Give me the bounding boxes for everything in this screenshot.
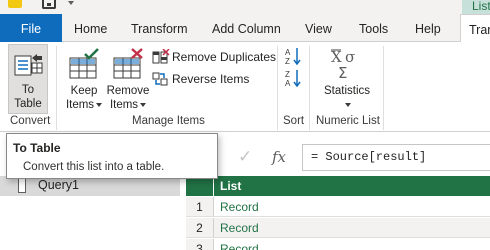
svg-text:Σ: Σ (338, 64, 347, 80)
remove-items-label-line2: Items (109, 99, 139, 111)
query-name: Query1 (38, 178, 79, 192)
to-table-tooltip: To Table Convert this list into a table. (6, 133, 218, 179)
tab-file[interactable]: File (0, 14, 62, 42)
chevron-down-icon (345, 102, 351, 107)
keep-items-label-line1: Keep (70, 85, 98, 97)
statistics-icon: X σ Σ (331, 48, 355, 80)
ribbon: To Table Convert Keep Items Remove Items… (0, 42, 490, 132)
table-cell-record[interactable]: Record (214, 197, 490, 217)
sort-descending-button[interactable]: Z A (284, 68, 302, 88)
query-list-icon (18, 178, 26, 193)
row-number[interactable]: 1 (186, 197, 214, 217)
group-divider (309, 46, 310, 130)
group-label-manage-items: Manage Items (132, 115, 205, 127)
grid-corner[interactable] (186, 176, 214, 196)
chevron-down-icon[interactable] (68, 1, 74, 5)
svg-text:A: A (285, 79, 291, 88)
reverse-items-button[interactable]: Reverse Items (150, 70, 274, 88)
power-query-icon (8, 0, 22, 8)
save-icon[interactable] (42, 0, 56, 9)
remove-items-label-line1: Remove (106, 85, 150, 97)
chevron-down-icon (96, 102, 103, 107)
to-table-label-line2: Table (14, 98, 42, 110)
table-cell-record[interactable]: Record (214, 239, 490, 250)
remove-duplicates-button[interactable]: Remove Duplicates (150, 48, 277, 66)
row-number[interactable]: 2 (186, 218, 214, 238)
reverse-items-label: Reverse Items (172, 72, 250, 86)
reverse-items-icon (152, 72, 168, 86)
remove-duplicates-label: Remove Duplicates (172, 50, 277, 64)
tab-add-column[interactable]: Add Column (212, 14, 281, 42)
to-table-label-line1: To (21, 84, 35, 96)
group-divider (277, 46, 278, 130)
group-label-numeric-list: Numeric List (316, 115, 380, 127)
svg-text:A: A (285, 48, 291, 57)
tooltip-title: To Table (13, 141, 61, 155)
statistics-label: Statistics (323, 85, 370, 97)
table-cell-record[interactable]: Record (214, 218, 490, 238)
formula-input[interactable]: = Source[result] (302, 144, 490, 171)
tab-help[interactable]: Help (415, 14, 441, 42)
keep-items-button[interactable]: Keep Items (62, 46, 106, 112)
remove-items-icon (113, 48, 143, 79)
to-table-icon (14, 54, 43, 76)
ribbon-tabs: File Home Transform Add Column View Tool… (0, 14, 490, 42)
commit-check-icon[interactable]: ✓ (238, 147, 252, 167)
tab-tools[interactable]: Tools (359, 14, 388, 42)
group-divider (56, 46, 57, 130)
tab-list-transform[interactable]: Transform (460, 14, 490, 42)
row-number[interactable]: 3 (186, 239, 214, 250)
svg-text:Z: Z (285, 70, 290, 79)
chevron-down-icon (140, 102, 147, 107)
remove-duplicates-icon (152, 49, 170, 64)
tooltip-description: Convert this list into a table. (23, 161, 165, 173)
sort-descending-icon: Z A (285, 70, 301, 88)
to-table-button[interactable]: To Table (8, 44, 48, 114)
keep-items-icon (69, 48, 99, 79)
svg-text:Z: Z (285, 57, 290, 66)
sort-ascending-icon: A Z (285, 48, 301, 66)
remove-items-button[interactable]: Remove Items (106, 46, 150, 112)
tab-transform[interactable]: Transform (131, 14, 188, 42)
tab-home[interactable]: Home (74, 14, 107, 42)
sort-ascending-button[interactable]: A Z (284, 46, 302, 66)
fx-icon[interactable]: fx (272, 148, 286, 166)
group-label-convert: Convert (10, 115, 51, 127)
tab-view[interactable]: View (305, 14, 332, 42)
group-label-sort: Sort (283, 115, 305, 127)
title-bar: List (0, 0, 490, 14)
group-divider (383, 46, 384, 130)
column-header-list[interactable]: List (220, 179, 241, 193)
query-list-item[interactable] (0, 176, 180, 196)
keep-items-label-line2: Items (65, 99, 95, 111)
statistics-button[interactable]: X σ Σ Statistics (318, 46, 376, 112)
context-tab-label: List (462, 0, 490, 14)
